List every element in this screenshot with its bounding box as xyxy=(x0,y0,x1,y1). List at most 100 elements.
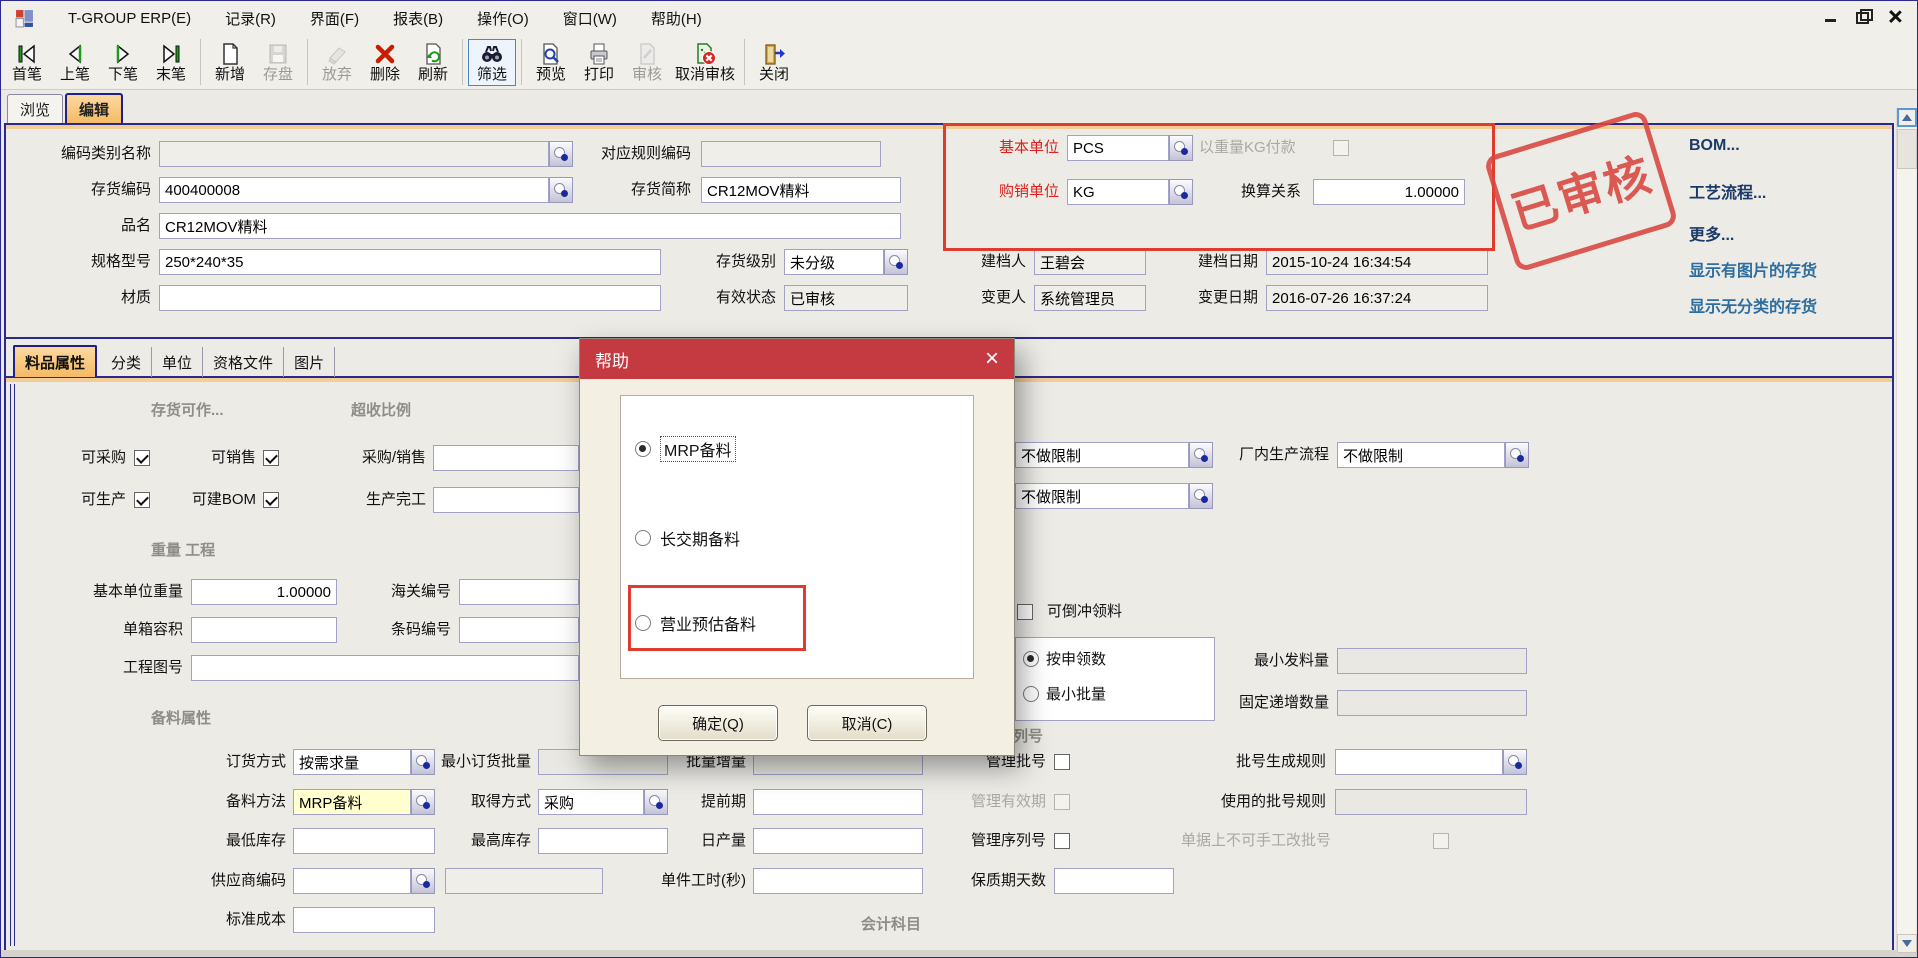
rule-code-field[interactable] xyxy=(701,141,881,167)
base-unit-field[interactable]: PCS xyxy=(1067,135,1169,161)
item-code-field[interactable]: 400400008 xyxy=(159,177,549,203)
manage-serial-checkbox[interactable] xyxy=(1054,833,1070,849)
tab-edit[interactable]: 编辑 xyxy=(65,93,123,123)
factory-flow-lookup-icon[interactable] xyxy=(1505,442,1529,468)
tab-units[interactable]: 单位 xyxy=(152,347,203,377)
preview-button[interactable]: 预览 xyxy=(527,39,575,86)
menu-interface[interactable]: 界面(F) xyxy=(310,8,359,29)
unit-hours-field[interactable] xyxy=(753,868,923,894)
trade-unit-lookup-icon[interactable] xyxy=(1169,179,1193,205)
shelf-life-field[interactable] xyxy=(1054,868,1174,894)
manage-batch-checkbox[interactable] xyxy=(1054,754,1070,770)
box-volume-field[interactable] xyxy=(191,617,337,643)
tab-browse[interactable]: 浏览 xyxy=(7,94,63,123)
factory-flow-field[interactable]: 不做限制 xyxy=(1337,442,1505,468)
product-name-field[interactable]: CR12MOV精料 xyxy=(159,213,901,239)
level-field[interactable]: 未分级 xyxy=(784,249,884,275)
link-more[interactable]: 更多... xyxy=(1689,221,1734,245)
min-stock-field[interactable] xyxy=(293,828,435,854)
prep-method-field[interactable]: MRP备料 xyxy=(293,789,411,815)
dialog-close-icon[interactable]: × xyxy=(985,347,999,371)
cancel-audit-button[interactable]: 取消审核 xyxy=(671,39,739,86)
level-lookup-icon[interactable] xyxy=(884,249,908,275)
menu-help[interactable]: 帮助(H) xyxy=(651,8,702,29)
order-mode-field[interactable]: 按需求量 xyxy=(293,749,411,775)
filter-button[interactable]: 筛选 xyxy=(468,39,516,86)
menu-operation[interactable]: 操作(O) xyxy=(477,8,529,29)
link-show-unclassified[interactable]: 显示无分类的存货 xyxy=(1689,293,1817,317)
can-produce-checkbox[interactable] xyxy=(134,492,150,508)
discard-button[interactable]: 放弃 xyxy=(313,39,361,86)
radio-min-batch[interactable]: 最小批量 xyxy=(1023,683,1106,704)
scrollbar-thumb[interactable] xyxy=(1897,129,1917,169)
spec-field[interactable]: 250*240*35 xyxy=(159,249,661,275)
scroll-up-icon[interactable] xyxy=(1897,108,1917,127)
lead-time-field[interactable] xyxy=(753,789,923,815)
menu-report[interactable]: 报表(B) xyxy=(393,8,443,29)
menu-record[interactable]: 记录(R) xyxy=(225,8,276,29)
link-show-with-pictures[interactable]: 显示有图片的存货 xyxy=(1689,257,1817,281)
tab-item-attributes[interactable]: 料品属性 xyxy=(13,345,97,377)
next-record-button[interactable]: 下笔 xyxy=(99,39,147,86)
scroll-down-icon[interactable] xyxy=(1897,934,1917,953)
help-dialog-titlebar[interactable]: 帮助 × xyxy=(580,339,1014,379)
option-long-lead[interactable]: 长交期备料 xyxy=(635,526,740,550)
acquire-mode-field[interactable]: 采购 xyxy=(538,789,644,815)
trade-unit-field[interactable]: KG xyxy=(1067,179,1169,205)
barcode-field[interactable] xyxy=(459,617,579,643)
vertical-scrollbar[interactable] xyxy=(1896,108,1916,953)
cancel-button[interactable]: 取消(C) xyxy=(807,705,927,741)
daily-output-field[interactable] xyxy=(753,828,923,854)
new-button[interactable]: 新增 xyxy=(206,39,254,86)
conversion-field[interactable]: 1.00000 xyxy=(1313,179,1465,205)
refresh-button[interactable]: 刷新 xyxy=(409,39,457,86)
radio-by-application[interactable]: 按申领数 xyxy=(1023,648,1106,669)
link-process-flow[interactable]: 工艺流程... xyxy=(1689,179,1766,203)
base-weight-field[interactable]: 1.00000 xyxy=(191,579,337,605)
supplier-code-field[interactable] xyxy=(293,868,411,894)
can-sale-checkbox[interactable] xyxy=(263,450,279,466)
tab-qualification-files[interactable]: 资格文件 xyxy=(203,347,284,377)
inspection-limit-lookup-icon[interactable] xyxy=(1189,442,1213,468)
limit2-field[interactable]: 不做限制 xyxy=(1015,483,1189,509)
batch-rule-field[interactable] xyxy=(1335,749,1503,775)
limit2-lookup-icon[interactable] xyxy=(1189,483,1213,509)
audit-button[interactable]: 审核 xyxy=(623,39,671,86)
supplier-code-lookup-icon[interactable] xyxy=(411,868,435,894)
pay-by-weight-checkbox[interactable] xyxy=(1333,140,1349,156)
drawing-no-field[interactable] xyxy=(191,655,579,681)
can-purchase-checkbox[interactable] xyxy=(134,450,150,466)
last-record-button[interactable]: 末笔 xyxy=(147,39,195,86)
code-class-field[interactable] xyxy=(159,141,549,167)
item-code-lookup-icon[interactable] xyxy=(549,177,573,203)
purchase-sale-ratio-field[interactable] xyxy=(433,445,579,471)
material-field[interactable] xyxy=(159,285,661,311)
link-bom[interactable]: BOM... xyxy=(1689,137,1740,155)
tab-classification[interactable]: 分类 xyxy=(101,347,152,377)
tab-pictures[interactable]: 图片 xyxy=(284,347,335,377)
customs-code-field[interactable] xyxy=(459,579,579,605)
produce-finish-ratio-field[interactable] xyxy=(433,487,579,513)
menu-file[interactable]: T-GROUP ERP(E) xyxy=(68,10,191,27)
minimize-icon[interactable] xyxy=(1823,9,1839,23)
no-manual-batch-checkbox[interactable] xyxy=(1433,833,1449,849)
std-cost-field[interactable] xyxy=(293,907,435,933)
print-button[interactable]: 打印 xyxy=(575,39,623,86)
base-unit-lookup-icon[interactable] xyxy=(1169,135,1193,161)
manage-expiry-checkbox[interactable] xyxy=(1054,794,1070,810)
backflush-checkbox[interactable] xyxy=(1017,604,1033,620)
batch-rule-lookup-icon[interactable] xyxy=(1503,749,1527,775)
close-window-icon[interactable] xyxy=(1887,9,1903,23)
can-bom-checkbox[interactable] xyxy=(263,492,279,508)
short-name-field[interactable]: CR12MOV精料 xyxy=(701,177,901,203)
prev-record-button[interactable]: 上笔 xyxy=(51,39,99,86)
close-button[interactable]: 关闭 xyxy=(750,39,798,86)
option-mrp[interactable]: MRP备料 xyxy=(635,436,736,462)
delete-button[interactable]: 删除 xyxy=(361,39,409,86)
ok-button[interactable]: 确定(Q) xyxy=(658,705,778,741)
menu-window[interactable]: 窗口(W) xyxy=(563,8,617,29)
save-button[interactable]: 存盘 xyxy=(254,39,302,86)
inspection-limit-field[interactable]: 不做限制 xyxy=(1015,442,1189,468)
code-class-lookup-icon[interactable] xyxy=(549,141,573,167)
restore-icon[interactable] xyxy=(1855,9,1871,23)
